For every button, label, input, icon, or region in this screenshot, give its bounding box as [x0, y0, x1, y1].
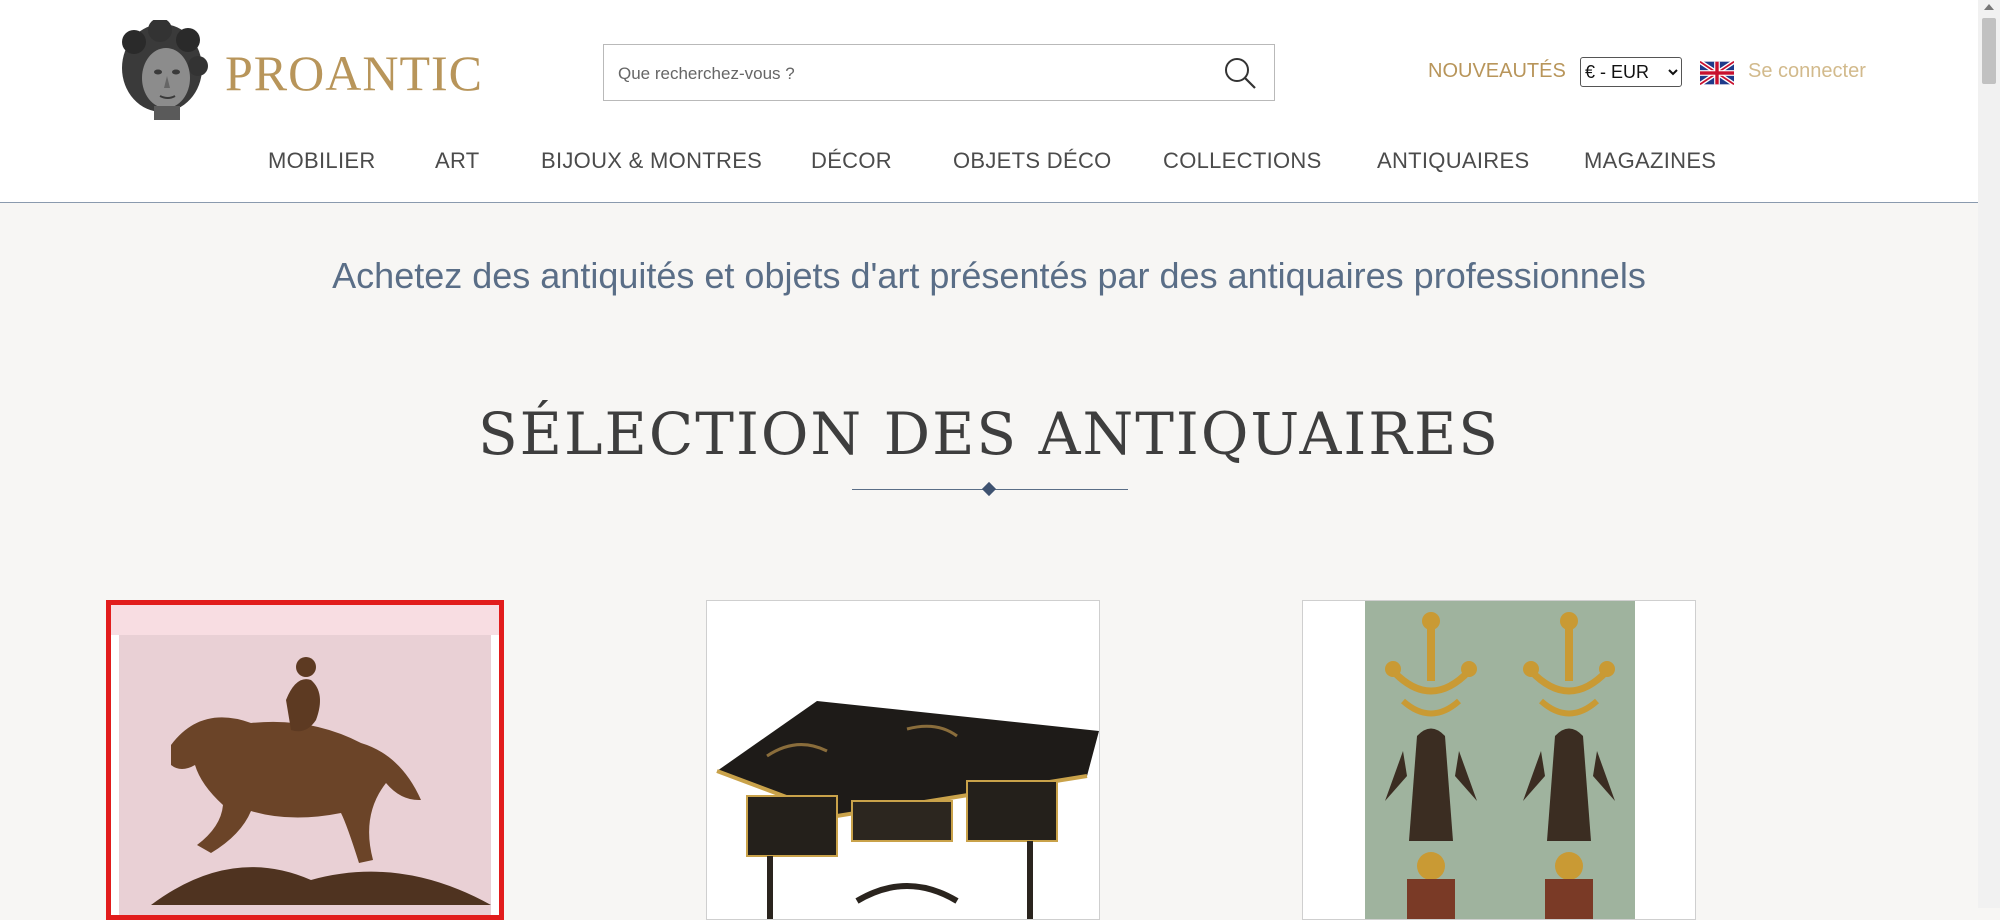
nav-magazines[interactable]: MAGAZINES [1584, 148, 1716, 174]
nouveautes-link[interactable]: NOUVEAUTÉS [1428, 60, 1566, 83]
site-header: PROANTIC NOUVEAUTÉS € - EUR Se connecter… [0, 0, 1978, 203]
gilt-bronze-candelabra-image [1303, 601, 1695, 919]
uk-flag-icon[interactable] [1700, 61, 1734, 85]
nav-mobilier[interactable]: MOBILIER [268, 148, 376, 174]
sculpted-head-icon[interactable] [112, 20, 212, 122]
nav-antiquaires[interactable]: ANTIQUAIRES [1377, 148, 1529, 174]
divider-diamond-icon [981, 481, 997, 497]
nav-collections[interactable]: COLLECTIONS [1163, 148, 1322, 174]
currency-select[interactable]: € - EUR [1580, 57, 1682, 87]
nav-bijoux-montres[interactable]: BIJOUX & MONTRES [541, 148, 762, 174]
main-nav: MOBILIER ART BIJOUX & MONTRES DÉCOR OBJE… [0, 148, 1978, 178]
search-icon[interactable] [1222, 55, 1258, 91]
product-card-horse-rider[interactable] [106, 600, 504, 920]
search-input[interactable] [616, 45, 1200, 102]
bronze-horse-rider-image [111, 605, 499, 915]
nav-art[interactable]: ART [435, 148, 480, 174]
black-lacquer-desk-image [707, 601, 1099, 919]
section-title: SÉLECTION DES ANTIQUAIRES [477, 400, 1501, 468]
search-box [603, 44, 1275, 102]
page-scrollbar[interactable] [1978, 0, 2000, 908]
product-card-candelabra[interactable] [1302, 600, 1696, 920]
nav-decor[interactable]: DÉCOR [811, 148, 892, 174]
nav-objets-deco[interactable]: OBJETS DÉCO [953, 148, 1112, 174]
scrollbar-thumb[interactable] [1982, 18, 1996, 84]
logo-text[interactable]: PROANTIC [225, 44, 483, 102]
product-card-lacquer-desk[interactable] [706, 600, 1100, 920]
login-link[interactable]: Se connecter [1748, 60, 1866, 83]
scroll-up-icon[interactable] [1984, 4, 1994, 10]
tagline: Achetez des antiquités et objets d'art p… [332, 255, 1646, 296]
